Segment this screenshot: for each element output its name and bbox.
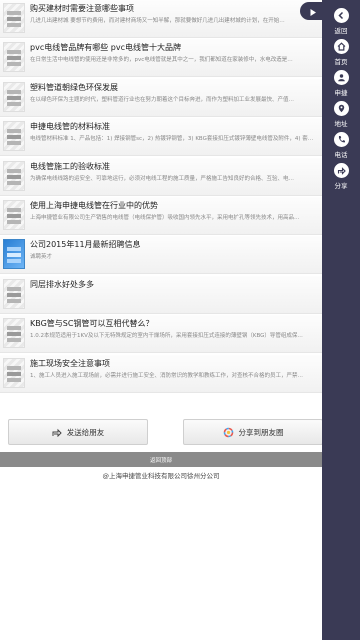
article-title[interactable]: 购买建材时需要注意哪些事项 <box>30 3 318 14</box>
article-thumbnail <box>3 3 25 33</box>
right-sidebar: 返回 首页 申捷 地址 电话 分享 <box>322 0 360 640</box>
article-title[interactable]: 同层排水好处多多 <box>30 279 318 290</box>
article-item[interactable]: KBG管与SC钢管可以互相代替么？ 1.0.2本规范适用于1KV及以下无特殊规定… <box>0 315 322 354</box>
article-title[interactable]: 申捷电线管的材料标准 <box>30 121 318 132</box>
play-arrow-icon <box>309 2 317 21</box>
article-thumbnail <box>3 239 25 270</box>
footer-copyright: @上海申捷管业科技有限公司徐州分公司 <box>102 472 220 480</box>
sidebar-item-address[interactable]: 地址 <box>322 101 360 135</box>
sidebar-label: 返回 <box>334 27 348 35</box>
article-summary: 为确保电线线路的运安全、可靠地运行，必须对电线工程的施工质量，严格施工告知良好的… <box>30 175 295 182</box>
article-title[interactable]: 公司2015年11月最新招聘信息 <box>30 239 318 250</box>
article-item[interactable]: 申捷电线管的材料标准 电线管材料标准 1、产品包括：1) 焊接钢管sc，2) 热… <box>0 118 322 157</box>
article-summary: 诚聘英才 <box>30 254 53 261</box>
main-content: 购买建材时需要注意哪些事项 几进几出建材城 要想节约费用，而对建材商场又一知半解… <box>0 0 322 640</box>
share-arrow-icon <box>52 428 62 437</box>
article-item[interactable]: 同层排水好处多多 <box>0 275 322 314</box>
article-item[interactable]: 使用上海申捷电线管在行业中的优势 上海申捷管业有限公司生产销售的电线管（电线保护… <box>0 196 322 235</box>
moments-icon <box>223 427 234 438</box>
article-thumbnail <box>3 160 25 191</box>
article-title[interactable]: KBG管与SC钢管可以互相代替么？ <box>30 318 318 329</box>
article-list: 购买建材时需要注意哪些事项 几进几出建材城 要想节约费用，而对建材商场又一知半解… <box>0 0 322 393</box>
article-title[interactable]: 塑料管道朝绿色环保发展 <box>30 82 318 93</box>
article-item[interactable]: 施工现场安全注意事项 1、施工人员进入施工现场前，必需并进行施工安全、消防常识的… <box>0 354 322 393</box>
article-thumbnail <box>3 357 25 388</box>
article-summary: 1.0.2本规范适用于1KV及以下无特殊规定的室内干燥场所，采用套接扣压式连接的… <box>30 333 303 340</box>
phone-icon <box>333 132 349 147</box>
article-item[interactable]: 购买建材时需要注意哪些事项 几进几出建材城 要想节约费用，而对建材商场又一知半解… <box>0 0 322 38</box>
article-thumbnail <box>3 121 25 152</box>
article-title[interactable]: pvc电线管品牌有哪些 pvc电线管十大品牌 <box>30 42 318 53</box>
article-title[interactable]: 电线管施工的验收标准 <box>30 161 318 172</box>
article-summary: 在日常生活中电线管的使用还是非常多的，pvc电线管就是其中之一，我们都知道在家装… <box>30 57 293 64</box>
article-item[interactable]: 塑料管道朝绿色环保发展 在以绿色环保为主题的时代，塑料管道行业也在努力朝着这个目… <box>0 78 322 117</box>
article-title[interactable]: 施工现场安全注意事项 <box>30 358 318 369</box>
brand-icon <box>333 70 349 85</box>
article-summary: 1、施工人员进入施工现场前，必需并进行施工安全、消防常识的教学和教练工作，对查核… <box>30 372 304 379</box>
share-to-moments-button[interactable]: 分享到朋友圈 <box>183 419 322 445</box>
back-to-top-link[interactable]: 返回顶部 <box>0 452 322 467</box>
back-icon <box>333 8 349 23</box>
article-item[interactable]: pvc电线管品牌有哪些 pvc电线管十大品牌 在日常生活中电线管的使用还是非常多… <box>0 39 322 78</box>
sidebar-label: 首页 <box>334 58 348 66</box>
article-thumbnail <box>3 81 25 112</box>
article-thumbnail <box>3 318 25 349</box>
article-thumbnail <box>3 199 25 230</box>
article-item[interactable]: 公司2015年11月最新招聘信息 诚聘英才 <box>0 236 322 275</box>
share-icon <box>333 163 349 178</box>
article-summary: 在以绿色环保为主题的时代，塑料管道行业也在努力朝着这个目标奔进，而作为塑料加工业… <box>30 96 295 103</box>
sidebar-label: 分享 <box>334 182 348 190</box>
send-to-friend-button[interactable]: 发送给朋友 <box>8 419 148 445</box>
article-summary: 上海申捷管业有限公司生产销售的电线管（电线保护管）吸收国内领先水平，采用电扩孔等… <box>30 214 300 221</box>
article-item[interactable]: 电线管施工的验收标准 为确保电线线路的运安全、可靠地运行，必须对电线工程的施工质… <box>0 157 322 196</box>
home-icon <box>333 39 349 54</box>
sidebar-item-home[interactable]: 首页 <box>322 39 360 73</box>
sidebar-item-phone[interactable]: 电话 <box>322 132 360 166</box>
article-thumbnail <box>3 278 25 309</box>
sidebar-item-brand[interactable]: 申捷 <box>322 70 360 104</box>
article-summary: 电线管材料标准 1、产品包括：1) 焊接钢管sc，2) 热镀锌钢管，3) KBG… <box>30 136 314 143</box>
sidebar-toggle-button[interactable] <box>300 2 326 20</box>
article-thumbnail <box>3 42 25 73</box>
article-summary: 几进几出建材城 要想节约费用，而对建材商场又一知半解，那就要做好几进几出建材城的… <box>30 18 285 24</box>
location-icon <box>333 101 349 116</box>
sidebar-item-share[interactable]: 分享 <box>322 163 360 197</box>
article-title[interactable]: 使用上海申捷电线管在行业中的优势 <box>30 200 318 211</box>
sidebar-label: 电话 <box>334 151 348 159</box>
sidebar-item-back[interactable]: 返回 <box>322 8 360 42</box>
send-to-friend-label: 发送给朋友 <box>66 427 105 437</box>
share-row: 发送给朋友 分享到朋友圈 <box>0 417 322 447</box>
sidebar-label: 申捷 <box>334 89 348 97</box>
share-to-moments-label: 分享到朋友圈 <box>238 427 284 437</box>
sidebar-label: 地址 <box>334 120 348 128</box>
